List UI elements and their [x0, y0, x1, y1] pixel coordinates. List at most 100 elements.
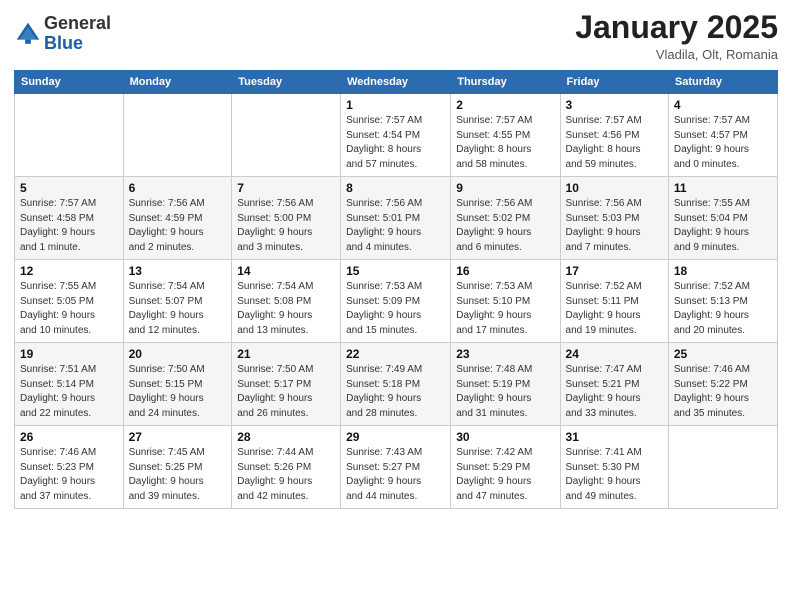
cell-info-text: Sunrise: 7:52 AM Sunset: 5:11 PM Dayligh… — [566, 280, 663, 338]
calendar-cell: 30 Sunrise: 7:42 AM Sunset: 5:29 PM Dayli… — [451, 426, 560, 509]
calendar-cell: 20 Sunrise: 7:50 AM Sunset: 5:15 PM Dayli… — [123, 343, 232, 426]
cell-day-number: 2 — [456, 98, 554, 112]
calendar-cell: 22 Sunrise: 7:49 AM Sunset: 5:18 PM Dayli… — [341, 343, 451, 426]
cell-day-number: 3 — [566, 98, 663, 112]
cell-info-text: Sunrise: 7:56 AM Sunset: 5:01 PM Dayligh… — [346, 197, 445, 255]
cell-day-number: 14 — [237, 264, 335, 278]
cell-day-number: 29 — [346, 430, 445, 444]
calendar-cell: 24 Sunrise: 7:47 AM Sunset: 5:21 PM Dayli… — [560, 343, 668, 426]
cell-info-text: Sunrise: 7:56 AM Sunset: 5:03 PM Dayligh… — [566, 197, 663, 255]
cell-day-number: 26 — [20, 430, 118, 444]
calendar-cell: 9 Sunrise: 7:56 AM Sunset: 5:02 PM Daylig… — [451, 177, 560, 260]
cell-info-text: Sunrise: 7:51 AM Sunset: 5:14 PM Dayligh… — [20, 363, 118, 421]
cell-day-number: 12 — [20, 264, 118, 278]
cell-day-number: 9 — [456, 181, 554, 195]
calendar-cell: 28Sunrise: 7:44 AM Sunset: 5:26 PM Dayli… — [232, 426, 341, 509]
cell-day-number: 22 — [346, 347, 445, 361]
cell-day-number: 18 — [674, 264, 772, 278]
cell-day-number: 5 — [20, 181, 118, 195]
cell-info-text: Sunrise: 7:48 AM Sunset: 5:19 PM Dayligh… — [456, 363, 554, 421]
logo-blue: Blue — [44, 33, 83, 53]
calendar-cell: 29 Sunrise: 7:43 AM Sunset: 5:27 PM Dayli… — [341, 426, 451, 509]
calendar-cell: 2 Sunrise: 7:57 AM Sunset: 4:55 PM Daylig… — [451, 94, 560, 177]
calendar-cell: 16 Sunrise: 7:53 AM Sunset: 5:10 PM Dayli… — [451, 260, 560, 343]
cell-day-number: 25 — [674, 347, 772, 361]
cell-info-text: Sunrise: 7:57 AM Sunset: 4:57 PM Dayligh… — [674, 114, 772, 172]
cell-info-text: Sunrise: 7:56 AM Sunset: 5:02 PM Dayligh… — [456, 197, 554, 255]
calendar-cell: 14 Sunrise: 7:54 AM Sunset: 5:08 PM Dayli… — [232, 260, 341, 343]
cell-day-number: 16 — [456, 264, 554, 278]
logo-icon — [14, 20, 42, 48]
cell-day-number: 31 — [566, 430, 663, 444]
calendar-cell — [232, 94, 341, 177]
location: Vladila, Olt, Romania — [575, 47, 778, 62]
cell-info-text: Sunrise: 7:42 AM Sunset: 5:29 PM Dayligh… — [456, 446, 554, 504]
month-title: January 2025 — [575, 10, 778, 45]
cell-info-text: Sunrise: 7:55 AM Sunset: 5:04 PM Dayligh… — [674, 197, 772, 255]
cell-day-number: 19 — [20, 347, 118, 361]
cell-info-text: Sunrise: 7:43 AM Sunset: 5:27 PM Dayligh… — [346, 446, 445, 504]
cell-info-text: Sunrise: 7:54 AM Sunset: 5:08 PM Dayligh… — [237, 280, 335, 338]
calendar-header-cell: Saturday — [668, 71, 777, 94]
cell-info-text: Sunrise: 7:52 AM Sunset: 5:13 PM Dayligh… — [674, 280, 772, 338]
calendar-body: 1 Sunrise: 7:57 AM Sunset: 4:54 PM Daylig… — [15, 94, 778, 509]
page: General Blue January 2025 Vladila, Olt, … — [0, 0, 792, 612]
calendar-cell: 7Sunrise: 7:56 AM Sunset: 5:00 PM Daylig… — [232, 177, 341, 260]
cell-day-number: 20 — [129, 347, 227, 361]
cell-info-text: Sunrise: 7:56 AM Sunset: 5:00 PM Dayligh… — [237, 197, 335, 255]
cell-info-text: Sunrise: 7:56 AM Sunset: 4:59 PM Dayligh… — [129, 197, 227, 255]
calendar-cell: 13 Sunrise: 7:54 AM Sunset: 5:07 PM Dayli… — [123, 260, 232, 343]
calendar-header-cell: Monday — [123, 71, 232, 94]
cell-info-text: Sunrise: 7:57 AM Sunset: 4:56 PM Dayligh… — [566, 114, 663, 172]
cell-day-number: 11 — [674, 181, 772, 195]
cell-day-number: 13 — [129, 264, 227, 278]
calendar-week-row: 1 Sunrise: 7:57 AM Sunset: 4:54 PM Daylig… — [15, 94, 778, 177]
calendar-cell: 3 Sunrise: 7:57 AM Sunset: 4:56 PM Daylig… — [560, 94, 668, 177]
calendar-cell: 12Sunrise: 7:55 AM Sunset: 5:05 PM Dayli… — [15, 260, 124, 343]
calendar-cell — [15, 94, 124, 177]
calendar-cell: 10Sunrise: 7:56 AM Sunset: 5:03 PM Dayli… — [560, 177, 668, 260]
calendar-cell: 25 Sunrise: 7:46 AM Sunset: 5:22 PM Dayli… — [668, 343, 777, 426]
calendar-cell: 4 Sunrise: 7:57 AM Sunset: 4:57 PM Daylig… — [668, 94, 777, 177]
cell-day-number: 8 — [346, 181, 445, 195]
calendar-header-row: SundayMondayTuesdayWednesdayThursdayFrid… — [15, 71, 778, 94]
cell-info-text: Sunrise: 7:57 AM Sunset: 4:55 PM Dayligh… — [456, 114, 554, 172]
calendar-cell: 8 Sunrise: 7:56 AM Sunset: 5:01 PM Daylig… — [341, 177, 451, 260]
cell-day-number: 30 — [456, 430, 554, 444]
cell-day-number: 1 — [346, 98, 445, 112]
cell-day-number: 21 — [237, 347, 335, 361]
calendar-cell: 11 Sunrise: 7:55 AM Sunset: 5:04 PM Dayli… — [668, 177, 777, 260]
calendar-cell — [123, 94, 232, 177]
calendar-week-row: 12Sunrise: 7:55 AM Sunset: 5:05 PM Dayli… — [15, 260, 778, 343]
cell-info-text: Sunrise: 7:49 AM Sunset: 5:18 PM Dayligh… — [346, 363, 445, 421]
header: General Blue January 2025 Vladila, Olt, … — [14, 10, 778, 62]
cell-day-number: 6 — [129, 181, 227, 195]
calendar-cell: 23Sunrise: 7:48 AM Sunset: 5:19 PM Dayli… — [451, 343, 560, 426]
cell-day-number: 15 — [346, 264, 445, 278]
calendar-cell: 26 Sunrise: 7:46 AM Sunset: 5:23 PM Dayli… — [15, 426, 124, 509]
title-area: January 2025 Vladila, Olt, Romania — [575, 10, 778, 62]
cell-info-text: Sunrise: 7:57 AM Sunset: 4:58 PM Dayligh… — [20, 197, 118, 255]
cell-info-text: Sunrise: 7:44 AM Sunset: 5:26 PM Dayligh… — [237, 446, 335, 504]
cell-info-text: Sunrise: 7:57 AM Sunset: 4:54 PM Dayligh… — [346, 114, 445, 172]
cell-info-text: Sunrise: 7:50 AM Sunset: 5:15 PM Dayligh… — [129, 363, 227, 421]
calendar-cell: 17Sunrise: 7:52 AM Sunset: 5:11 PM Dayli… — [560, 260, 668, 343]
cell-info-text: Sunrise: 7:54 AM Sunset: 5:07 PM Dayligh… — [129, 280, 227, 338]
calendar-header-cell: Sunday — [15, 71, 124, 94]
cell-day-number: 4 — [674, 98, 772, 112]
calendar-header: SundayMondayTuesdayWednesdayThursdayFrid… — [15, 71, 778, 94]
calendar-cell — [668, 426, 777, 509]
calendar-week-row: 26 Sunrise: 7:46 AM Sunset: 5:23 PM Dayli… — [15, 426, 778, 509]
calendar-cell: 27 Sunrise: 7:45 AM Sunset: 5:25 PM Dayli… — [123, 426, 232, 509]
calendar-week-row: 5 Sunrise: 7:57 AM Sunset: 4:58 PM Daylig… — [15, 177, 778, 260]
calendar: SundayMondayTuesdayWednesdayThursdayFrid… — [14, 70, 778, 509]
calendar-cell: 15 Sunrise: 7:53 AM Sunset: 5:09 PM Dayli… — [341, 260, 451, 343]
cell-info-text: Sunrise: 7:47 AM Sunset: 5:21 PM Dayligh… — [566, 363, 663, 421]
cell-day-number: 27 — [129, 430, 227, 444]
cell-info-text: Sunrise: 7:53 AM Sunset: 5:10 PM Dayligh… — [456, 280, 554, 338]
cell-info-text: Sunrise: 7:45 AM Sunset: 5:25 PM Dayligh… — [129, 446, 227, 504]
cell-info-text: Sunrise: 7:46 AM Sunset: 5:22 PM Dayligh… — [674, 363, 772, 421]
cell-info-text: Sunrise: 7:46 AM Sunset: 5:23 PM Dayligh… — [20, 446, 118, 504]
cell-info-text: Sunrise: 7:53 AM Sunset: 5:09 PM Dayligh… — [346, 280, 445, 338]
cell-day-number: 24 — [566, 347, 663, 361]
